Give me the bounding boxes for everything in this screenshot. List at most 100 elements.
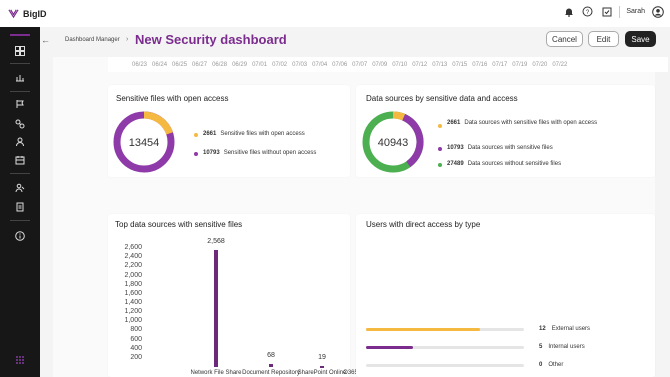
- timeline-date: 07/22: [552, 62, 568, 68]
- legend-value: 27489: [447, 161, 464, 167]
- sidebar: [0, 27, 40, 377]
- catalog-icon[interactable]: [12, 97, 28, 111]
- dashboard-canvas: 06/23 06/24 06/25 06/27 06/28 06/29 07/01 07/02…: [53, 57, 668, 377]
- timeline-date: 06/29: [232, 62, 248, 68]
- divider: [10, 173, 30, 174]
- bar[interactable]: [214, 249, 218, 367]
- progress-fill: [366, 346, 414, 349]
- page-title: New Security dashboard: [135, 32, 287, 47]
- timeline-date: 06/24: [152, 62, 168, 68]
- user-count: 5: [539, 344, 543, 350]
- help-icon[interactable]: ?: [581, 5, 594, 18]
- donut-chart: 40943: [362, 111, 424, 173]
- legend-value: 2661: [203, 131, 217, 137]
- divider: [10, 91, 30, 92]
- user-avatar-icon[interactable]: [651, 5, 664, 18]
- timeline-dates: 06/23 06/24 06/25 06/27 06/28 06/29 07/01 07/02…: [132, 62, 567, 68]
- legend-item: 2661 Sensitive files with open access: [194, 131, 305, 137]
- y-tick-label: 2,600: [124, 244, 142, 252]
- task-icon[interactable]: [600, 5, 613, 18]
- back-arrow-icon[interactable]: ←: [41, 35, 50, 45]
- sensitive-files-card: Sensitive files with open access 13454 2…: [108, 85, 350, 177]
- app-name: BigID: [23, 8, 47, 19]
- logo[interactable]: BigID: [8, 8, 47, 19]
- timeline-date: 07/04: [312, 62, 328, 68]
- breadcrumb[interactable]: Dashboard Manager: [65, 37, 120, 43]
- legend-value: 10793: [447, 145, 464, 151]
- users-access-card: Users with direct access by type 12 Exter…: [356, 214, 655, 377]
- user-count: 12: [539, 326, 546, 332]
- y-tick-label: 400: [130, 344, 142, 352]
- legend-value: 2661: [447, 120, 461, 126]
- bar-chart: 2,600 2,400 2,200 2,000 1,800 1,600 1,400 1,200…: [108, 214, 384, 377]
- top-sources-card: Top data sources with sensitive files 2,…: [108, 214, 385, 377]
- breadcrumb-separator-icon: ›: [126, 36, 129, 43]
- timeline-date: 06/27: [192, 62, 208, 68]
- legend-item: 27489 Data sources without sensitive fil…: [438, 161, 561, 167]
- sidebar-accent: [10, 34, 30, 36]
- user-type-label: 5 Internal users: [539, 344, 585, 350]
- info-icon[interactable]: [12, 229, 28, 243]
- apps-grid-icon[interactable]: [12, 353, 28, 367]
- timeline-date: 07/09: [372, 62, 388, 68]
- bar-value-label: 2,568: [207, 237, 225, 245]
- dashboard-icon[interactable]: [12, 44, 28, 58]
- inventory-icon[interactable]: [12, 70, 28, 84]
- divider: [619, 5, 621, 18]
- y-tick-label: 1,400: [124, 299, 142, 306]
- timeline-date: 06/23: [132, 62, 148, 68]
- user-type: External users: [551, 326, 591, 332]
- legend-dot: [438, 163, 442, 167]
- y-tick-label: 200: [130, 353, 142, 361]
- bar[interactable]: [320, 366, 324, 369]
- timeline-date: 07/03: [292, 62, 308, 68]
- timeline-date: 07/19: [512, 62, 528, 68]
- donut-chart: 13454: [113, 111, 175, 173]
- bar[interactable]: [269, 363, 273, 367]
- users-icon[interactable]: [12, 181, 28, 195]
- divider: [10, 220, 30, 221]
- x-tick-label: Network File Share: [190, 370, 242, 376]
- legend-dot: [438, 124, 442, 128]
- reports-icon[interactable]: [12, 153, 28, 167]
- card-title: Sensitive files with open access: [116, 94, 229, 103]
- timeline-date: 07/12: [412, 62, 428, 68]
- timeline-date: 07/20: [532, 62, 548, 68]
- user-type: Other: [548, 362, 564, 368]
- legend-value: 10793: [203, 150, 220, 156]
- timeline-date: 06/28: [212, 62, 228, 68]
- legend-label: Data sources with sensitive files with o…: [464, 120, 598, 126]
- timeline-date: 07/16: [472, 62, 488, 68]
- y-tick-label: 1,200: [124, 308, 142, 316]
- bar-value-label: 19: [318, 354, 326, 362]
- legend-item: 2661 Data sources with sensitive files wi…: [438, 118, 613, 128]
- bigid-logo-icon: [8, 9, 19, 19]
- save-button[interactable]: Save: [625, 31, 656, 47]
- bell-icon[interactable]: [562, 5, 575, 18]
- policies-icon[interactable]: [12, 135, 28, 149]
- y-tick-label: 2,200: [124, 262, 142, 270]
- svg-text:?: ?: [586, 10, 590, 16]
- timeline-date: 07/07: [352, 62, 368, 68]
- cancel-button[interactable]: Cancel: [546, 31, 583, 47]
- edit-button[interactable]: Edit: [588, 31, 619, 47]
- progress-track: [366, 364, 524, 367]
- y-tick-label: 1,600: [124, 289, 142, 297]
- y-tick-label: 1,000: [124, 317, 142, 325]
- y-tick-label: 600: [130, 335, 142, 343]
- legend-dot: [438, 147, 442, 151]
- audit-icon[interactable]: [12, 200, 28, 214]
- legend-item: 10793 Sensitive files without open acces…: [194, 150, 316, 156]
- y-tick-label: 2,000: [124, 271, 142, 279]
- page-header: ← Dashboard Manager › New Security dashb…: [40, 27, 670, 54]
- legend-label: Data sources with sensitive files: [467, 145, 553, 151]
- data-sources-card: Data sources by sensitive data and acces…: [356, 85, 655, 177]
- card-title: Data sources by sensitive data and acces…: [366, 94, 518, 103]
- user-name[interactable]: Sarah: [626, 8, 645, 15]
- divider: [10, 63, 30, 64]
- timeline-date: 07/15: [452, 62, 468, 68]
- user-type-label: 12 External users: [539, 326, 590, 332]
- data-sources-icon[interactable]: [12, 117, 28, 131]
- user-count: 0: [539, 362, 543, 368]
- legend-label: Sensitive files with open access: [220, 131, 305, 137]
